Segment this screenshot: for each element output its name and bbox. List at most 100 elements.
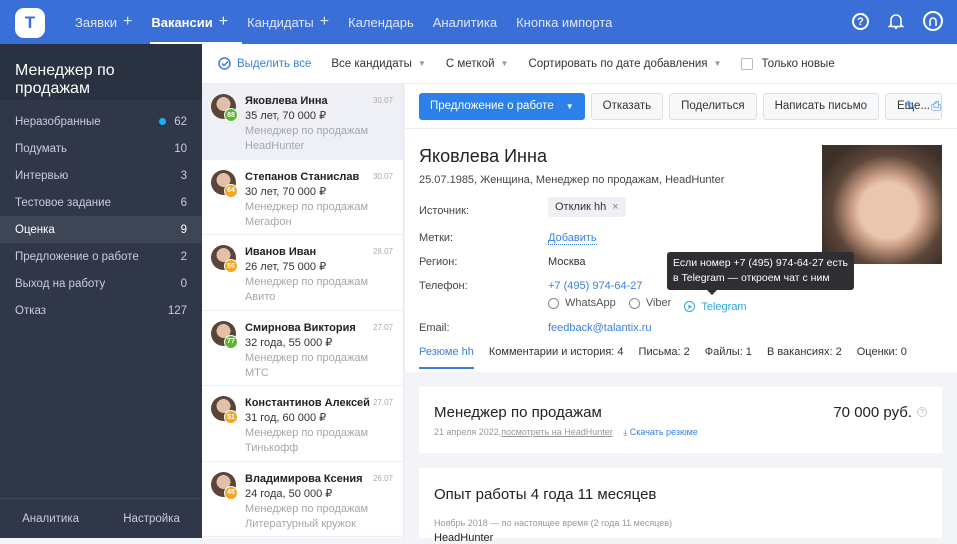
chevron-down-icon: ▼ [501,59,509,68]
score-badge: 77 [224,335,238,349]
logo[interactable]: T [15,8,45,38]
stage-label: Предложение о работе [15,251,139,263]
stage-count: 127 [168,305,187,317]
candidate-name: Яковлева Инна [419,146,547,167]
print-icon[interactable]: ⎙ [931,98,941,114]
filter-label: Все кандидаты [331,58,412,70]
reject-button[interactable]: Отказать [591,93,663,120]
candidate-card[interactable]: 77 Смирнова Виктория 32 года, 55 000 ₽ М… [202,311,403,387]
check-circle-icon [218,57,231,70]
download-resume-link[interactable]: ⤓ Скачать резюме [623,427,698,437]
remove-icon[interactable]: × [612,201,618,213]
footer-analytics-link[interactable]: Аналитика [22,513,79,525]
help-icon[interactable]: ? [852,13,869,30]
score-badge: 88 [224,108,238,122]
stage-label: Отказ [15,305,46,317]
stage-count: 10 [174,143,187,155]
candidate-subtitle: 25.07.1985, Женщина, Менеджер по продажа… [419,174,724,186]
sort-label: Сортировать по дате добавления [528,58,707,70]
viber-link[interactable]: Viber [629,297,671,309]
plus-icon[interactable]: + [320,13,329,31]
share-button[interactable]: Поделиться [669,93,757,120]
only-new-checkbox[interactable]: Только новые [741,58,834,70]
footer-settings-link[interactable]: Настройка [123,513,180,525]
nav-import[interactable]: Кнопка импорта [516,0,612,44]
candidate-card[interactable]: 56 Иванов Иван 26 лет, 75 000 ₽ Менеджер… [202,235,403,311]
checkbox[interactable] [741,58,753,70]
candidate-info: 35 лет, 70 000 ₽ [245,109,403,124]
nav-requests[interactable]: Заявки + [75,0,132,44]
messenger-label: Telegram [701,301,746,313]
tab[interactable]: Комментарии и история: 4 [489,346,624,369]
edit-icon[interactable]: ✎ [905,98,916,114]
bell-icon[interactable] [886,11,906,31]
candidate-date: 26.07 [373,474,393,483]
whatsapp-link[interactable]: WhatsApp [548,297,616,309]
nav-calendar[interactable]: Календарь [348,0,414,44]
tab[interactable]: Резюме hh [419,346,474,369]
stage-think[interactable]: Подумать 10 [0,135,202,162]
stage-test[interactable]: Тестовое задание6 [0,189,202,216]
tab[interactable]: Оценки: 0 [857,346,907,369]
score-badge: 56 [224,259,238,273]
stage-hired[interactable]: Выход на работу0 [0,270,202,297]
filter-all-candidates[interactable]: Все кандидаты ▼ [331,58,425,70]
chevron-down-icon: ▼ [418,59,426,68]
resume-title: Менеджер по продажам [434,404,602,421]
help-icon[interactable]: ? [917,407,927,417]
resume-date: 21 апреля 2022, [434,427,501,437]
stage-label: Подумать [15,143,67,155]
telegram-link[interactable]: ➤ Telegram [684,301,746,313]
sort-dropdown[interactable]: Сортировать по дате добавления▼ [528,58,721,70]
stage-label: Неразобранные [15,116,101,128]
viber-icon [629,298,640,309]
candidate-company: Авито [245,290,403,305]
candidate-position: Менеджер по продажам [245,502,403,517]
offer-button[interactable]: Предложение о работе▼ [419,93,585,120]
stage-unsorted[interactable]: Неразобранные 62 [0,108,202,135]
candidate-card[interactable]: 88 Яковлева Инна 35 лет, 70 000 ₽ Менедж… [202,84,403,160]
write-email-button[interactable]: Написать письмо [763,93,879,120]
experience-company: HeadHunter [434,532,493,544]
select-all-label: Выделить все [237,58,311,70]
stage-count: 0 [181,278,187,290]
stage-count: 6 [181,197,187,209]
vacancy-title: Менеджер по продажам [0,44,202,100]
phone-link[interactable]: +7 (495) 974-64-27 [548,280,642,292]
telegram-icon: ➤ [684,301,695,312]
nav-vacancies[interactable]: Вакансии + [151,0,228,44]
add-tag-link[interactable]: Добавить [548,232,597,245]
candidate-card[interactable]: 64 Степанов Станислав 30 лет, 70 000 ₽ М… [202,160,403,236]
top-nav: T Заявки + Вакансии + Кандидаты+ Календарь… [0,0,957,44]
select-all-button[interactable]: Выделить все [218,57,311,70]
tab[interactable]: Письма: 2 [639,346,690,369]
nav-label: Заявки [75,15,117,30]
candidate-info: 26 лет, 75 000 ₽ [245,260,403,275]
profile-icon[interactable] [923,11,943,31]
candidate-card[interactable]: 48 Владимирова Ксения 24 года, 50 000 ₽ … [202,462,403,538]
nav-analytics[interactable]: Аналитика [433,0,497,44]
stage-evaluation[interactable]: Оценка9 [0,216,202,243]
nav-label: Вакансии [151,15,212,30]
candidate-company: МТС [245,366,403,381]
nav-candidates[interactable]: Кандидаты+ [247,0,329,44]
stage-offer[interactable]: Предложение о работе2 [0,243,202,270]
stage-count: 62 [174,116,187,128]
candidate-company: Литературный кружок [245,517,403,532]
tab[interactable]: В вакансиях: 2 [767,346,842,369]
download-label: Скачать резюме [630,427,698,437]
filter-with-tag[interactable]: С меткой▼ [446,58,509,70]
email-link[interactable]: feedback@talantix.ru [548,322,652,334]
candidate-card[interactable]: 51 Константинов Алексей 31 год, 60 000 ₽… [202,386,403,462]
view-on-hh-link[interactable]: посмотреть на HeadHunter [501,427,613,437]
tab[interactable]: Файлы: 1 [705,346,752,369]
plus-icon[interactable]: + [123,13,132,31]
region-value: Москва [548,256,586,268]
source-tag: Отклик hh× [548,197,626,217]
plus-icon[interactable]: + [219,13,228,31]
stage-interview[interactable]: Интервью3 [0,162,202,189]
candidate-info: 32 года, 55 000 ₽ [245,336,403,351]
profile-tabs: Резюме hh Комментарии и история: 4 Письма:… [419,346,922,369]
stage-rejected[interactable]: Отказ 127 [0,297,202,324]
score-badge: 48 [224,486,238,500]
